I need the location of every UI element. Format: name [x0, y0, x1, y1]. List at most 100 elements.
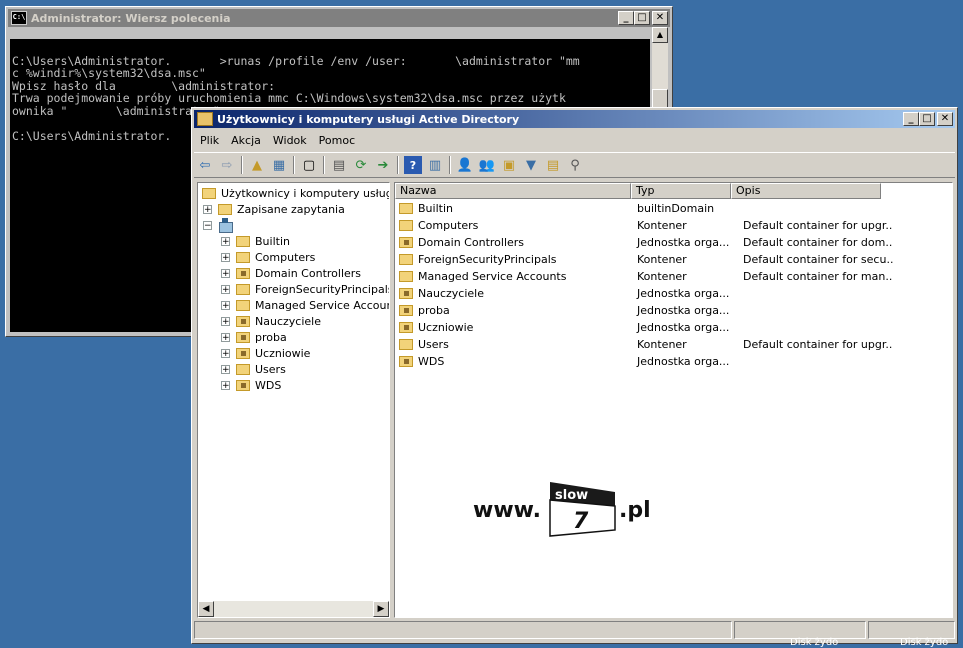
folder-icon [236, 235, 250, 247]
list-row[interactable]: Uczniowie Jednostka orga... [395, 319, 893, 336]
list-row[interactable]: Computers Kontener Default container for u… [395, 217, 893, 234]
list-cell-desc: Default container for secu... [743, 253, 893, 266]
ad-window[interactable]: Użytkownicy i komputery usługi Active Di… [191, 107, 958, 644]
add-to-group-icon[interactable]: ▤ [544, 156, 562, 174]
tree-item-label: WDS [255, 378, 282, 392]
new-ou-icon[interactable]: ▣ [500, 156, 518, 174]
folder-icon [399, 339, 413, 350]
list-row[interactable]: WDS Jednostka orga... [395, 353, 893, 370]
list-item-name: WDS [418, 355, 445, 368]
list-row[interactable]: Nauczyciele Jednostka orga... [395, 285, 893, 302]
list-item-name: Uczniowie [418, 321, 474, 334]
tree-item[interactable]: + Computers [221, 249, 315, 265]
list-cell-name: proba [395, 304, 631, 317]
folder-icon [236, 299, 250, 311]
list-cell-name: Computers [395, 219, 631, 232]
back-icon[interactable]: ⇦ [196, 156, 214, 174]
toolbar-separator [293, 156, 295, 174]
desktop-icon-label[interactable]: Disk żydo [790, 637, 838, 648]
tree-item[interactable]: + Users [221, 361, 286, 377]
tree-pane[interactable]: Użytkownicy i komputery usługi Act + Zap… [197, 182, 390, 618]
expand-icon[interactable]: + [221, 268, 230, 278]
expand-icon[interactable]: + [221, 236, 230, 246]
help-icon[interactable]: ? [404, 156, 422, 174]
tree-item[interactable]: + Domain Controllers [221, 265, 361, 281]
list-cell-desc: Default container for upgr... [743, 338, 893, 351]
scroll-up-icon[interactable]: ▲ [652, 27, 668, 43]
refresh-icon[interactable]: ⟳ [352, 156, 370, 174]
list-row[interactable]: Users Kontener Default container for upgr.… [395, 336, 893, 353]
column-header-typ[interactable]: Typ [631, 183, 731, 199]
column-header-opis[interactable]: Opis [731, 183, 881, 199]
menu-widok[interactable]: Widok [267, 134, 313, 147]
toolbar-separator [241, 156, 243, 174]
scroll-right-icon[interactable]: ▶ [373, 601, 389, 617]
tree-item[interactable]: + ForeignSecurityPrincipals [221, 281, 390, 297]
menu-akcja[interactable]: Akcja [225, 134, 267, 147]
tree-item-label: Uczniowie [255, 346, 311, 360]
maximize-button[interactable]: □ [634, 11, 650, 25]
find-icon[interactable]: ⚲ [566, 156, 584, 174]
tree-item[interactable]: + proba [221, 329, 287, 345]
copy-icon[interactable]: ▢ [300, 156, 318, 174]
show-tree-icon[interactable]: ▦ [270, 156, 288, 174]
list-item-name: Computers [418, 219, 479, 232]
tree-item[interactable]: + Nauczyciele [221, 313, 321, 329]
properties-icon[interactable]: ▤ [330, 156, 348, 174]
expand-icon[interactable]: + [221, 348, 230, 358]
expand-icon[interactable]: + [221, 380, 230, 390]
minimize-button[interactable]: _ [618, 11, 634, 25]
tree-domain[interactable]: − [203, 217, 238, 233]
filter-icon[interactable]: ▼ [522, 156, 540, 174]
expand-icon[interactable]: + [221, 252, 230, 262]
scroll-left-icon[interactable]: ◀ [198, 601, 214, 617]
collapse-icon[interactable]: − [203, 220, 212, 230]
new-group-icon[interactable]: 👥 [478, 156, 496, 174]
list-row[interactable]: ForeignSecurityPrincipals Kontener Default… [395, 251, 893, 268]
up-folder-icon[interactable]: ▲ [248, 156, 266, 174]
list-cell-type: Kontener [637, 253, 687, 266]
menu-pomoc[interactable]: Pomoc [313, 134, 361, 147]
ad-titlebar[interactable]: Użytkownicy i komputery usługi Active Di… [194, 110, 955, 128]
tree-hscrollbar[interactable]: ◀ ▶ [198, 601, 389, 617]
expand-icon[interactable]: + [203, 204, 212, 214]
minimize-button[interactable]: _ [903, 112, 919, 126]
expand-icon[interactable]: + [221, 316, 230, 326]
expand-icon[interactable]: + [221, 284, 230, 294]
list-item-name: ForeignSecurityPrincipals [418, 253, 557, 266]
menu-plik[interactable]: Plik [194, 134, 225, 147]
tree-item[interactable]: + WDS [221, 377, 281, 393]
column-header-nazwa[interactable]: Nazwa [395, 183, 631, 199]
tree-item[interactable]: + Managed Service Accounts [221, 297, 389, 313]
close-button[interactable]: ✕ [652, 11, 668, 25]
status-panel [194, 621, 732, 639]
list-row[interactable]: Builtin builtinDomain [395, 200, 893, 217]
expand-icon[interactable]: + [221, 332, 230, 342]
tree-item[interactable]: + Uczniowie [221, 345, 310, 361]
list-pane[interactable]: Nazwa Typ Opis Builtin builtinDomain Compu… [394, 182, 953, 618]
new-user-icon[interactable]: 👤 [456, 156, 474, 174]
watermark-number: 7 [573, 509, 589, 534]
ad-app-icon [197, 112, 213, 126]
tree-item[interactable]: + Builtin [221, 233, 290, 249]
console-icon[interactable]: ▥ [426, 156, 444, 174]
expand-icon[interactable]: + [221, 300, 230, 310]
desktop-icon-label[interactable]: Disk żydo [900, 637, 948, 648]
list-cell-name: Managed Service Accounts [395, 270, 631, 283]
folder-icon [218, 203, 232, 215]
list-row[interactable]: proba Jednostka orga... [395, 302, 893, 319]
list-item-name: Builtin [418, 202, 453, 215]
cmd-titlebar[interactable]: C:\ Administrator: Wiersz polecenia _ □ … [8, 9, 670, 27]
close-button[interactable]: ✕ [937, 112, 953, 126]
list-row[interactable]: Managed Service Accounts Kontener Default … [395, 268, 893, 285]
list-row[interactable]: Domain Controllers Jednostka orga... Defau… [395, 234, 893, 251]
tree-saved-queries[interactable]: + Zapisane zapytania [203, 201, 345, 217]
export-icon[interactable]: ➔ [374, 156, 392, 174]
maximize-button[interactable]: □ [919, 112, 935, 126]
tree-root[interactable]: Użytkownicy i komputery usługi Act [202, 185, 389, 201]
forward-icon[interactable]: ⇨ [218, 156, 236, 174]
tree-item-label: ForeignSecurityPrincipals [255, 282, 390, 296]
list-item-name: Domain Controllers [418, 236, 525, 249]
expand-icon[interactable]: + [221, 364, 230, 374]
